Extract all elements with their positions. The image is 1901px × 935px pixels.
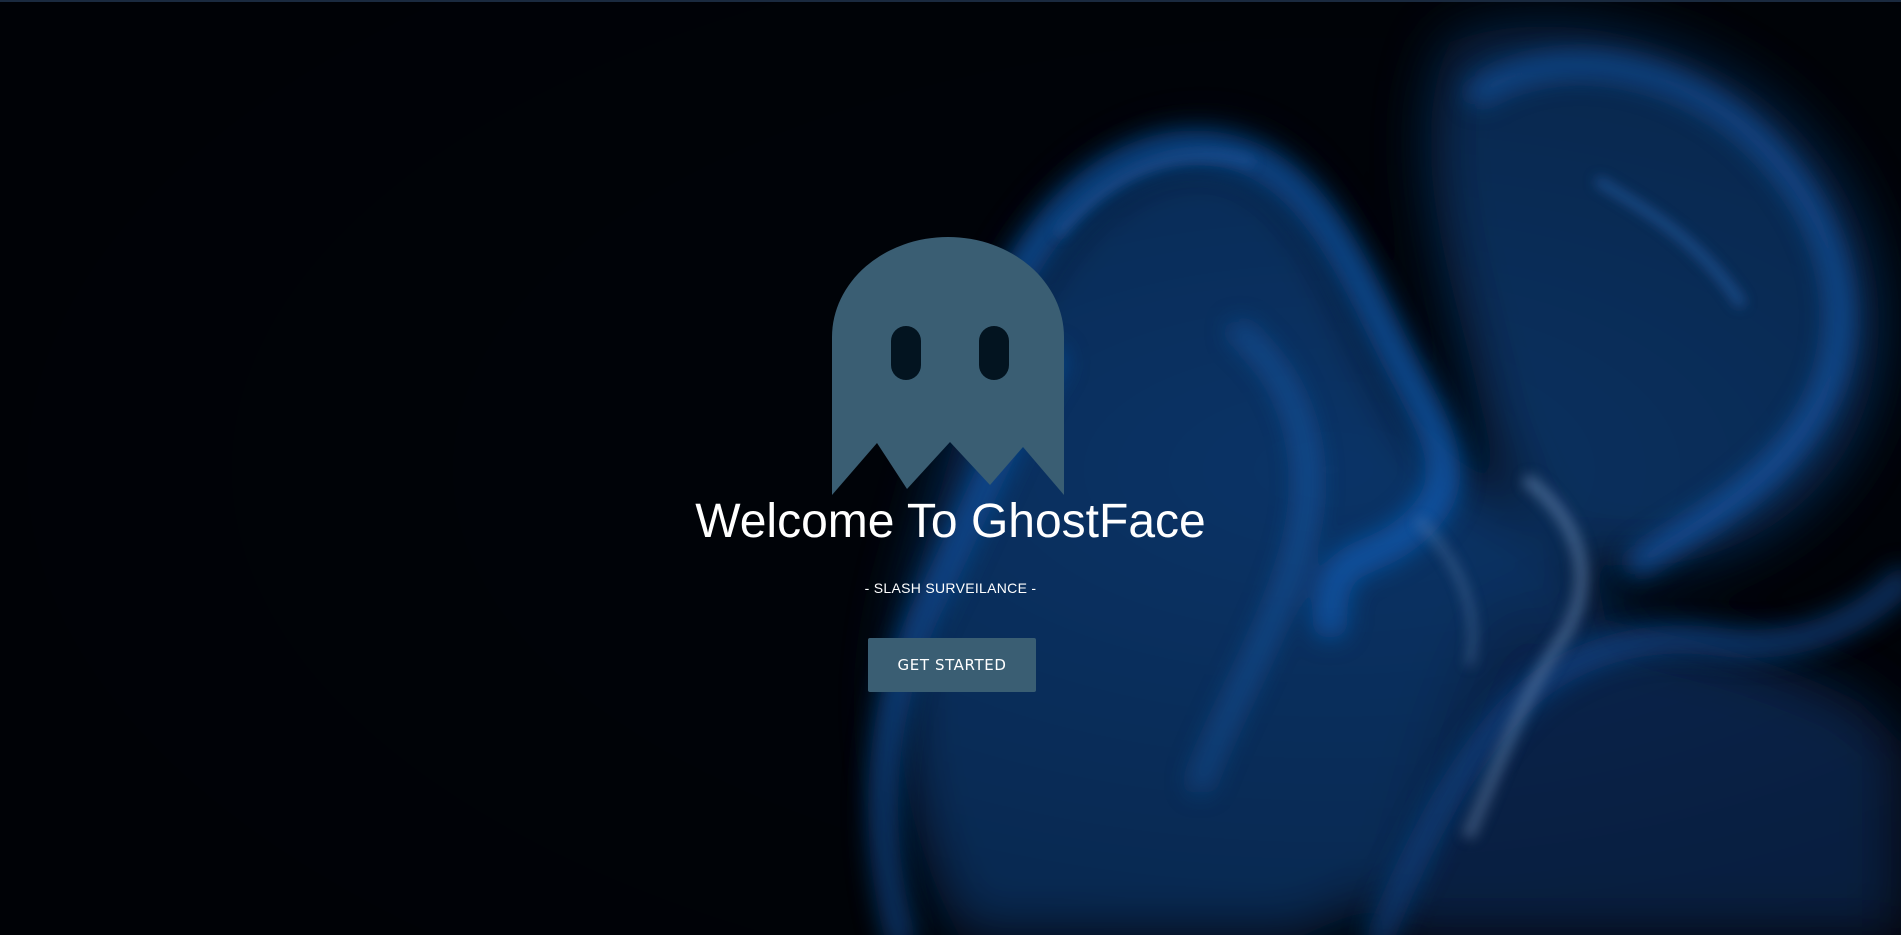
hero-content: Welcome To GhostFace - SLASH SURVEILANCE…	[0, 2, 1901, 935]
get-started-button[interactable]: GET STARTED	[868, 638, 1036, 692]
page-title: Welcome To GhostFace	[695, 495, 1206, 548]
ghost-icon	[832, 237, 1064, 495]
hero-section: Welcome To GhostFace - SLASH SURVEILANCE…	[0, 0, 1901, 935]
tagline: - SLASH SURVEILANCE -	[864, 580, 1037, 596]
